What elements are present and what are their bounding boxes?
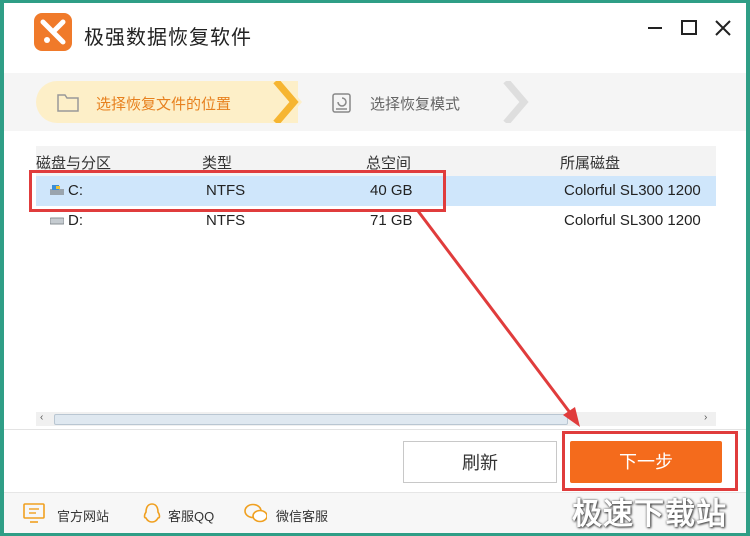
annotation-arrow-icon (416, 210, 580, 427)
app-window: 极强数据恢复软件 选择恢复文件的位置 选择恢复模式 磁盘与分区 类型 总空间 所… (4, 3, 746, 533)
watermark: 极速下载站 (572, 497, 727, 532)
